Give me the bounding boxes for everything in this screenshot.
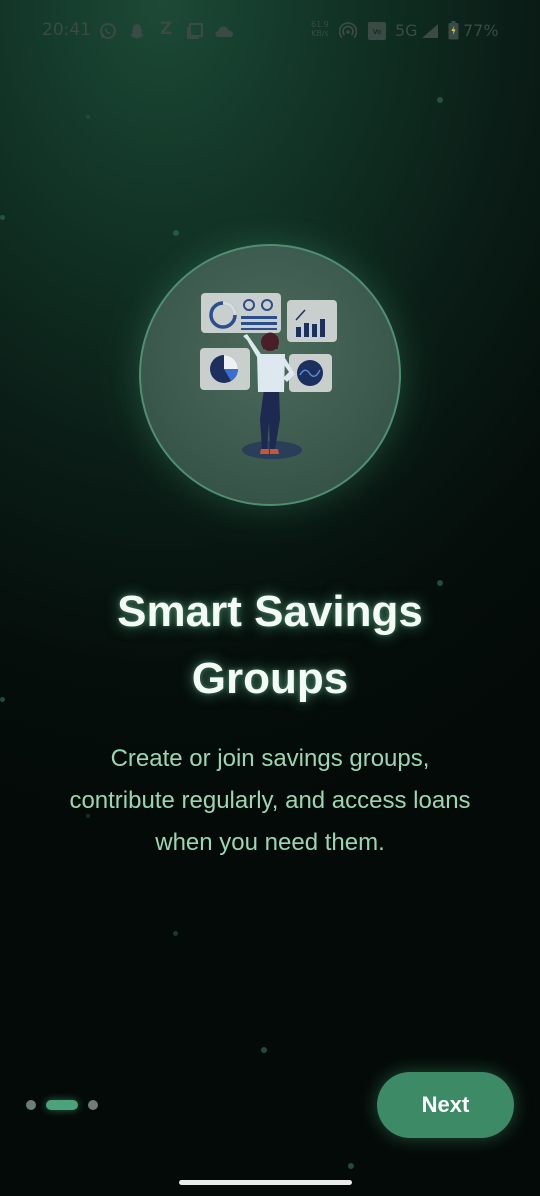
home-indicator[interactable] xyxy=(179,1180,352,1185)
ambient-dot xyxy=(86,115,90,119)
page-dot-3[interactable] xyxy=(88,1100,98,1110)
network-speed: 61.9 KB/s xyxy=(311,20,329,38)
status-time: 20:41 xyxy=(42,20,91,40)
ambient-dot xyxy=(348,1163,354,1169)
title-text: Smart Savings Groups xyxy=(117,587,423,703)
analytics-illustration xyxy=(200,293,337,459)
page-dot-1[interactable] xyxy=(26,1100,36,1110)
svg-text:Vo: Vo xyxy=(373,28,382,36)
battery-percent: 77% xyxy=(463,21,499,40)
pie-chart-card-icon xyxy=(200,348,250,390)
z-app-icon: Z xyxy=(160,19,173,39)
dashboard-card-icon xyxy=(201,293,281,333)
speed-value: 61.9 xyxy=(311,20,329,29)
next-button[interactable]: Next xyxy=(377,1072,514,1138)
signal-icon xyxy=(422,24,438,38)
volte-icon: Vo xyxy=(368,22,386,40)
onboarding-title: Smart Savings Groups xyxy=(0,578,540,712)
battery-icon xyxy=(448,21,459,40)
cloud-icon xyxy=(215,26,233,37)
ambient-dot xyxy=(437,97,443,103)
snapchat-icon xyxy=(130,24,144,39)
person-illustration xyxy=(242,332,302,459)
ambient-dot xyxy=(0,215,5,220)
ambient-dot xyxy=(261,1047,267,1053)
gauge-card-icon xyxy=(289,354,332,392)
page-dot-2-active[interactable] xyxy=(46,1100,78,1110)
gallery-icon xyxy=(187,23,203,39)
hotspot-icon xyxy=(339,22,357,39)
speed-unit: KB/s xyxy=(311,29,329,38)
onboarding-description: Create or join savings groups, contribut… xyxy=(69,745,471,856)
ambient-dot xyxy=(173,931,178,936)
bar-chart-card-icon xyxy=(287,300,337,342)
status-bar: 20:41 Z 61.9 KB/s Vo 5G 77% xyxy=(0,0,540,64)
whatsapp-icon xyxy=(100,23,116,39)
network-type: 5G xyxy=(395,21,418,40)
hero-illustration xyxy=(139,244,401,506)
